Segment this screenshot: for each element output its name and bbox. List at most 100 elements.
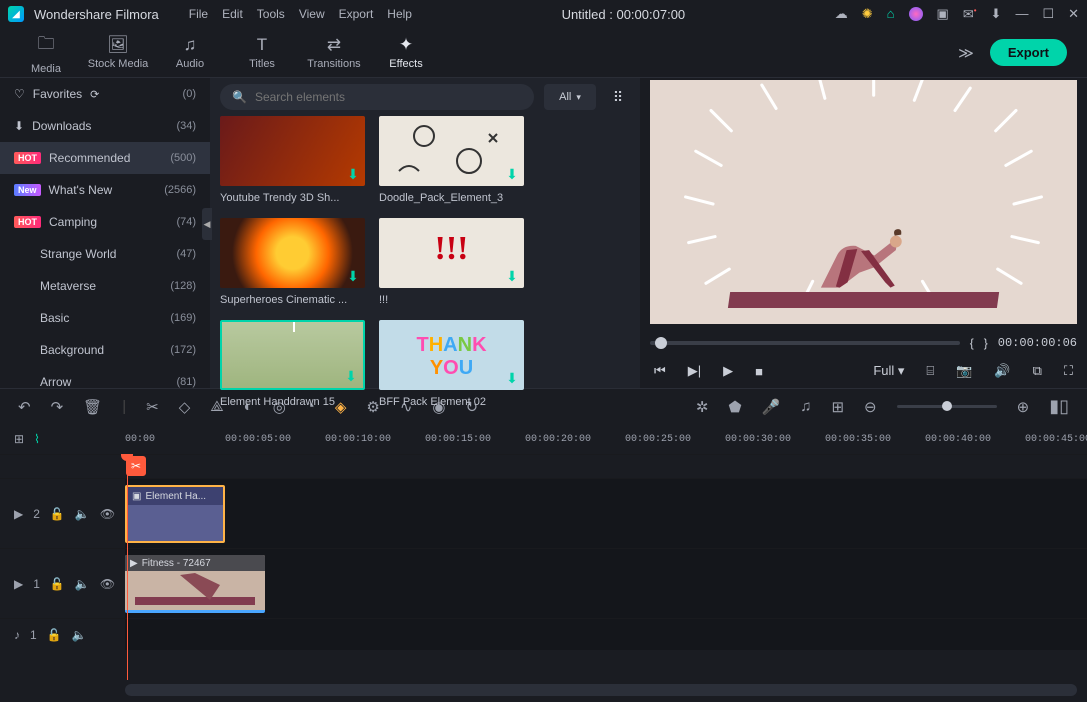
- sidebar-item-what-s-new[interactable]: NewWhat's New(2566): [0, 174, 210, 206]
- download-icon[interactable]: ⬇: [991, 6, 1002, 22]
- timeline-clip-video[interactable]: ▶Fitness - 72467 ▶Fitness - 72467: [125, 555, 265, 613]
- mute-icon[interactable]: 🔈: [72, 628, 87, 642]
- play-button[interactable]: ▶: [723, 363, 733, 379]
- download-element-icon[interactable]: ⬇: [345, 268, 361, 284]
- prev-frame-button[interactable]: ⏮: [654, 363, 666, 379]
- sidebar-count: (500): [170, 152, 196, 164]
- close-button[interactable]: ✕: [1068, 6, 1079, 22]
- sidebar-item-favorites[interactable]: ♡Favorites⟳(0): [0, 78, 210, 110]
- mute-icon[interactable]: 🔈: [75, 577, 90, 591]
- split-button[interactable]: ✂: [146, 398, 159, 416]
- element-thumb[interactable]: ⬇Superheroes Cinematic ...: [220, 218, 365, 306]
- pip-icon[interactable]: ⧉: [1033, 363, 1042, 379]
- element-thumb[interactable]: ⬇Doodle_Pack_Element_3: [379, 116, 524, 204]
- tab-effects[interactable]: ✦Effects: [370, 35, 442, 70]
- mark-in-icon[interactable]: {: [970, 336, 974, 350]
- lock-icon[interactable]: 🔓: [47, 628, 62, 642]
- search-box[interactable]: 🔍: [220, 84, 534, 110]
- sidebar-label: Recommended: [49, 151, 130, 165]
- fullscreen-button[interactable]: ⛶: [1064, 363, 1073, 379]
- maximize-button[interactable]: ☐: [1042, 6, 1054, 22]
- sidebar-item-metaverse[interactable]: Metaverse(128): [0, 270, 210, 302]
- element-thumb[interactable]: ⬇Element Handdrawn 15: [220, 320, 365, 408]
- download-element-icon[interactable]: ⬇: [504, 370, 520, 386]
- menu-tools[interactable]: Tools: [257, 7, 285, 21]
- visibility-icon[interactable]: 👁: [100, 507, 115, 521]
- zoom-out-button[interactable]: ⊖: [864, 398, 877, 416]
- undo-button[interactable]: ↶: [18, 398, 31, 416]
- visibility-icon[interactable]: 👁: [100, 577, 115, 591]
- download-element-icon[interactable]: ⬇: [343, 368, 359, 384]
- minimize-button[interactable]: —: [1015, 6, 1028, 21]
- tag-button[interactable]: ◇: [179, 398, 191, 416]
- menu-edit[interactable]: Edit: [222, 7, 243, 21]
- tip-icon[interactable]: ✺: [862, 6, 873, 22]
- timeline-clip-element[interactable]: ▣Element Ha...: [125, 485, 225, 543]
- marker-icon[interactable]: ⬟: [728, 398, 741, 416]
- more-tabs-button[interactable]: ≫: [958, 44, 974, 62]
- playhead[interactable]: [127, 454, 128, 680]
- mute-icon[interactable]: 🔈: [75, 507, 90, 521]
- tab-transitions[interactable]: ⇄Transitions: [298, 35, 370, 70]
- tab-stock-media[interactable]: 🖼Stock Media: [82, 35, 154, 70]
- tab-titles[interactable]: TTitles: [226, 35, 298, 70]
- step-back-button[interactable]: ▶|: [688, 363, 701, 379]
- mixdown-icon[interactable]: ✲: [696, 398, 709, 416]
- snapshot-button[interactable]: 📷: [956, 363, 972, 379]
- sidebar-item-arrow[interactable]: Arrow(81): [0, 366, 210, 388]
- menu-file[interactable]: File: [189, 7, 208, 21]
- zoom-in-button[interactable]: ⊕: [1017, 398, 1030, 416]
- element-thumb[interactable]: THANKYOU⬇BFF Pack Element 02: [379, 320, 524, 408]
- cloud-icon[interactable]: ☁: [835, 6, 848, 22]
- mark-out-icon[interactable]: }: [984, 336, 988, 350]
- lock-icon[interactable]: 🔓: [50, 577, 65, 591]
- sidebar-item-strange-world[interactable]: Strange World(47): [0, 238, 210, 270]
- add-track-button[interactable]: ⊞: [14, 432, 24, 446]
- volume-icon[interactable]: 🔊: [994, 363, 1010, 379]
- mic-icon[interactable]: 🎤: [762, 398, 781, 416]
- music-list-icon[interactable]: ♫: [800, 398, 811, 415]
- timeline-scrollbar[interactable]: [125, 684, 1077, 696]
- tab-audio[interactable]: ♫Audio: [154, 35, 226, 70]
- sidebar-item-background[interactable]: Background(172): [0, 334, 210, 366]
- text-icon: T: [257, 35, 267, 55]
- element-thumb[interactable]: !!!⬇!!!: [379, 218, 524, 306]
- download-element-icon[interactable]: ⬇: [345, 166, 361, 182]
- preview-canvas[interactable]: [650, 80, 1077, 324]
- panel-toggle[interactable]: ▮▯: [1049, 396, 1069, 417]
- element-thumb[interactable]: ⬇Youtube Trendy 3D Sh...: [220, 116, 365, 204]
- lock-icon[interactable]: 🔓: [50, 507, 65, 521]
- delete-button[interactable]: 🗑: [83, 398, 102, 416]
- menu-help[interactable]: Help: [387, 7, 412, 21]
- preview-scrubber[interactable]: [650, 341, 960, 345]
- fit-icon[interactable]: ⊞: [831, 398, 844, 416]
- magnet-button[interactable]: ⌇: [34, 432, 40, 446]
- mail-icon[interactable]: ✉•: [963, 6, 977, 22]
- quality-dropdown[interactable]: Full ▾: [873, 363, 904, 379]
- display-icon[interactable]: ⌸: [926, 363, 934, 379]
- menu-export[interactable]: Export: [339, 7, 374, 21]
- stop-button[interactable]: ■: [755, 364, 763, 379]
- zoom-slider[interactable]: [897, 405, 997, 408]
- filter-dropdown[interactable]: All▾: [544, 84, 596, 110]
- refresh-icon[interactable]: ⟳: [90, 88, 99, 101]
- download-element-icon[interactable]: ⬇: [504, 268, 520, 284]
- hot-badge: HOT: [14, 216, 41, 228]
- redo-button[interactable]: ↷: [51, 398, 64, 416]
- palette-icon[interactable]: [909, 7, 923, 21]
- grid-view-icon[interactable]: ⠿: [606, 85, 630, 109]
- sidebar-item-recommended[interactable]: HOTRecommended(500): [0, 142, 210, 174]
- save-icon[interactable]: ▣: [937, 6, 949, 22]
- export-button[interactable]: Export: [990, 39, 1067, 66]
- sidebar-item-camping[interactable]: HOTCamping(74): [0, 206, 210, 238]
- sidebar-item-downloads[interactable]: ⬇Downloads(34): [0, 110, 210, 142]
- sidebar-item-basic[interactable]: Basic(169): [0, 302, 210, 334]
- element-icon: ▣: [132, 491, 141, 502]
- search-input[interactable]: [255, 90, 522, 104]
- download-element-icon[interactable]: ⬇: [504, 166, 520, 182]
- sidebar-count: (172): [170, 344, 196, 356]
- headset-icon[interactable]: ⌂: [887, 6, 895, 21]
- collapse-sidebar-handle[interactable]: ◀: [202, 208, 212, 240]
- tab-media[interactable]: 🗀Media: [10, 31, 82, 75]
- menu-view[interactable]: View: [299, 7, 325, 21]
